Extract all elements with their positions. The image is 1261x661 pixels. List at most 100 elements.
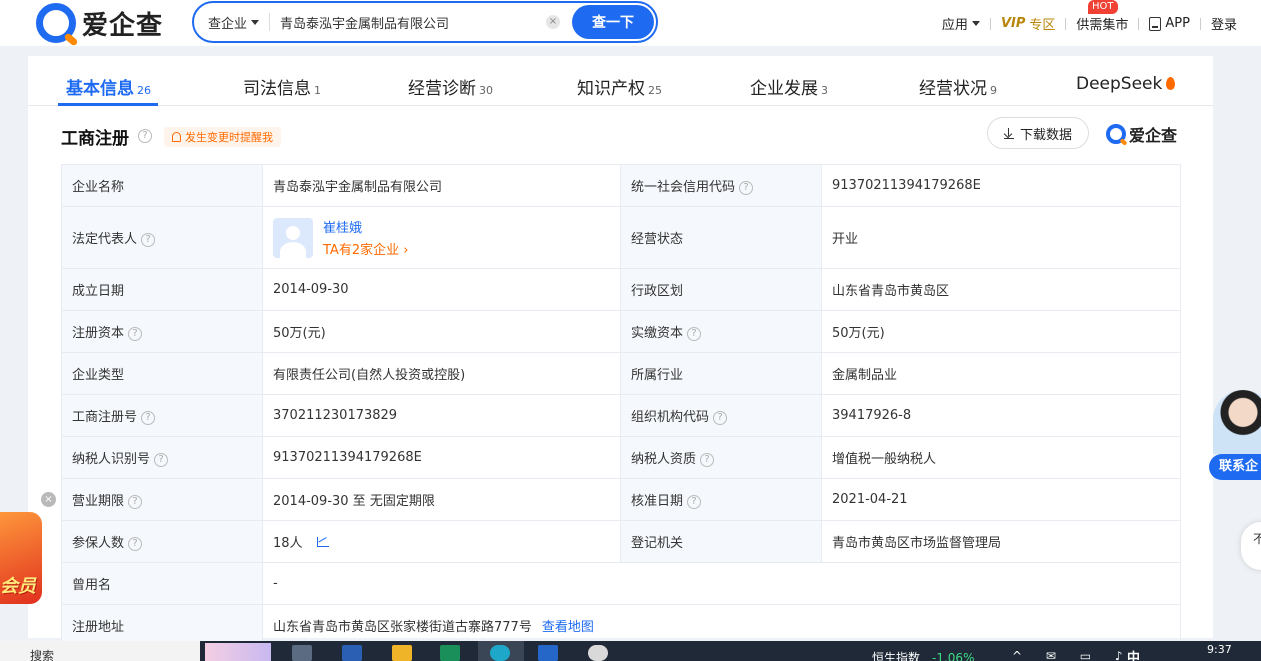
help-icon[interactable]: ? xyxy=(687,495,702,509)
label-text: 法定代表人 xyxy=(72,232,138,247)
help-icon[interactable]: ? xyxy=(687,327,702,341)
agent-avatar xyxy=(1213,390,1261,454)
system-tray-icons[interactable]: ^ ✉ ▭ ♪ xyxy=(1012,649,1133,661)
table-row: 注册资本? 50万(元) 实缴资本? 50万(元) xyxy=(61,310,1181,353)
tab-ip[interactable]: 知识产权 25 xyxy=(577,74,662,99)
tab-count: 3 xyxy=(821,84,828,97)
approval-label: 核准日期? xyxy=(620,478,822,521)
founded-value: 2014-09-30 xyxy=(262,268,621,311)
company-name-value: 青岛泰泓宇金属制品有限公司 xyxy=(262,164,621,207)
reg-capital-label: 注册资本? xyxy=(61,310,263,353)
tab-label: 基本信息 xyxy=(66,79,134,99)
address-text: 山东省青岛市黄岛区张家楼街道古寨路777号 xyxy=(273,620,532,635)
contact-button[interactable]: 联系企 xyxy=(1209,454,1261,480)
tax-id-label: 纳税人识别号? xyxy=(61,436,263,479)
help-icon[interactable]: ? xyxy=(141,233,156,247)
tab-basic-info[interactable]: 基本信息 26 xyxy=(66,74,151,99)
search-type-label: 查企业 xyxy=(208,16,248,32)
nav-supply-label: 供需集市 xyxy=(1076,18,1129,33)
nav-apps[interactable]: 应用 xyxy=(942,14,980,33)
reg-no-label: 工商注册号? xyxy=(61,394,263,437)
search-button[interactable]: 查一下 xyxy=(572,5,654,39)
store-app-icon[interactable] xyxy=(440,645,460,661)
tab-development[interactable]: 企业发展 3 xyxy=(750,74,828,99)
search-input[interactable] xyxy=(270,14,546,30)
tab-judicial[interactable]: 司法信息 1 xyxy=(243,74,321,99)
nav-vip-zone[interactable]: VIP 专区 xyxy=(1001,14,1055,33)
clear-icon[interactable]: × xyxy=(546,15,560,29)
legal-rep: 崔桂娥 TA有2家企业 › xyxy=(273,217,610,258)
app-icon[interactable] xyxy=(588,645,608,661)
help-icon[interactable]: ? xyxy=(128,327,143,341)
side-float-button[interactable]: 不 置 xyxy=(1241,522,1261,570)
tax-qual-label: 纳税人资质? xyxy=(620,436,822,479)
top-nav: 应用 VIP 专区 供需集市 APP 登录 xyxy=(942,14,1237,33)
top-bar: 爱企查 查企业 × 查一下 应用 VIP 专区 供需集市 APP 登录 xyxy=(0,0,1261,46)
word-app-icon[interactable] xyxy=(342,645,362,661)
taskbar-widget[interactable] xyxy=(205,643,271,661)
nav-app[interactable]: APP xyxy=(1149,16,1190,31)
fire-icon xyxy=(1166,77,1176,90)
tab-deepseek[interactable]: DeepSeek xyxy=(1076,74,1176,94)
view-map-link[interactable]: 查看地图 xyxy=(542,620,594,635)
download-data-button[interactable]: 下载数据 xyxy=(987,117,1089,149)
logo-q-icon xyxy=(36,3,76,43)
clock[interactable]: 9:37 xyxy=(1207,643,1232,656)
stock-ticker[interactable]: 恒生指数 -1.06% xyxy=(872,649,974,661)
reg-capital-value: 50万(元) xyxy=(262,310,621,353)
trend-chart-icon[interactable] xyxy=(316,537,329,547)
contact-widget[interactable]: 联系企 xyxy=(1209,390,1261,482)
caret-down-icon xyxy=(971,21,980,26)
search-type-select[interactable]: 查企业 xyxy=(194,13,270,32)
nav-login[interactable]: 登录 xyxy=(1211,14,1237,33)
phone-icon xyxy=(1149,16,1162,31)
vip-zone-label: 专区 xyxy=(1029,18,1056,33)
remind-label: 发生变更时提醒我 xyxy=(185,131,273,144)
label-text: 工商注册号 xyxy=(72,410,138,425)
brand-name: 爱企查 xyxy=(82,10,164,41)
change-remind-button[interactable]: 发生变更时提醒我 xyxy=(164,127,281,147)
edge-browser-icon[interactable] xyxy=(490,645,510,661)
tab-bar: 基本信息 26 司法信息 1 经营诊断 30 知识产权 25 企业发展 3 经营状况 9 D… xyxy=(28,56,1213,106)
legal-rep-companies-link[interactable]: TA有2家企业 › xyxy=(323,239,408,258)
brand-watermark: 爱企查 xyxy=(1106,122,1177,146)
credit-code-label: 统一社会信用代码? xyxy=(620,164,822,207)
os-taskbar: 搜索 恒生指数 -1.06% ^ ✉ ▭ ♪ 中 9:37 xyxy=(0,641,1261,661)
help-icon[interactable]: ? xyxy=(138,129,152,143)
label-text: 组织机构代码 xyxy=(631,410,710,425)
tab-operations[interactable]: 经营状况 9 xyxy=(919,74,997,99)
tab-diagnosis[interactable]: 经营诊断 30 xyxy=(408,74,493,99)
company-name-label: 企业名称 xyxy=(61,164,263,207)
help-icon[interactable]: ? xyxy=(128,495,143,509)
taskbar-search[interactable]: 搜索 xyxy=(0,641,200,661)
type-label: 企业类型 xyxy=(61,352,263,395)
label-text: 参保人数 xyxy=(72,536,125,551)
help-icon[interactable]: ? xyxy=(128,537,143,551)
table-row: 曾用名 - xyxy=(61,562,1181,605)
brand-logo[interactable]: 爱企查 xyxy=(36,3,163,43)
help-icon[interactable]: ? xyxy=(713,411,728,425)
nav-apps-label: 应用 xyxy=(941,18,968,33)
folder-app-icon[interactable] xyxy=(392,645,412,661)
task-view-icon[interactable] xyxy=(292,645,312,661)
promo-text: 会员 xyxy=(0,576,36,597)
help-icon[interactable]: ? xyxy=(700,453,715,467)
tab-label: DeepSeek xyxy=(1076,74,1163,94)
term-label: 营业期限? xyxy=(61,478,263,521)
nav-supply-market[interactable]: 供需集市 xyxy=(1076,14,1128,33)
legal-rep-name-link[interactable]: 崔桂娥 xyxy=(323,217,408,236)
avatar[interactable] xyxy=(273,217,313,258)
authority-value: 青岛市黄岛区市场监督管理局 xyxy=(821,520,1181,563)
ime-indicator[interactable]: 中 xyxy=(1127,647,1140,661)
label-text: 营业期限 xyxy=(72,494,125,509)
help-icon[interactable]: ? xyxy=(739,181,754,195)
org-code-label: 组织机构代码? xyxy=(620,394,822,437)
outlook-app-icon[interactable] xyxy=(538,645,558,661)
tab-label: 知识产权 xyxy=(577,79,645,99)
type-value: 有限责任公司(自然人投资或控股) xyxy=(262,352,621,395)
table-row: 成立日期 2014-09-30 行政区划 山东省青岛市黄岛区 xyxy=(61,268,1181,311)
legal-rep-value: 崔桂娥 TA有2家企业 › xyxy=(262,206,621,269)
help-icon[interactable]: ? xyxy=(154,453,169,467)
help-icon[interactable]: ? xyxy=(141,411,156,425)
promo-close-icon[interactable]: × xyxy=(41,492,56,507)
